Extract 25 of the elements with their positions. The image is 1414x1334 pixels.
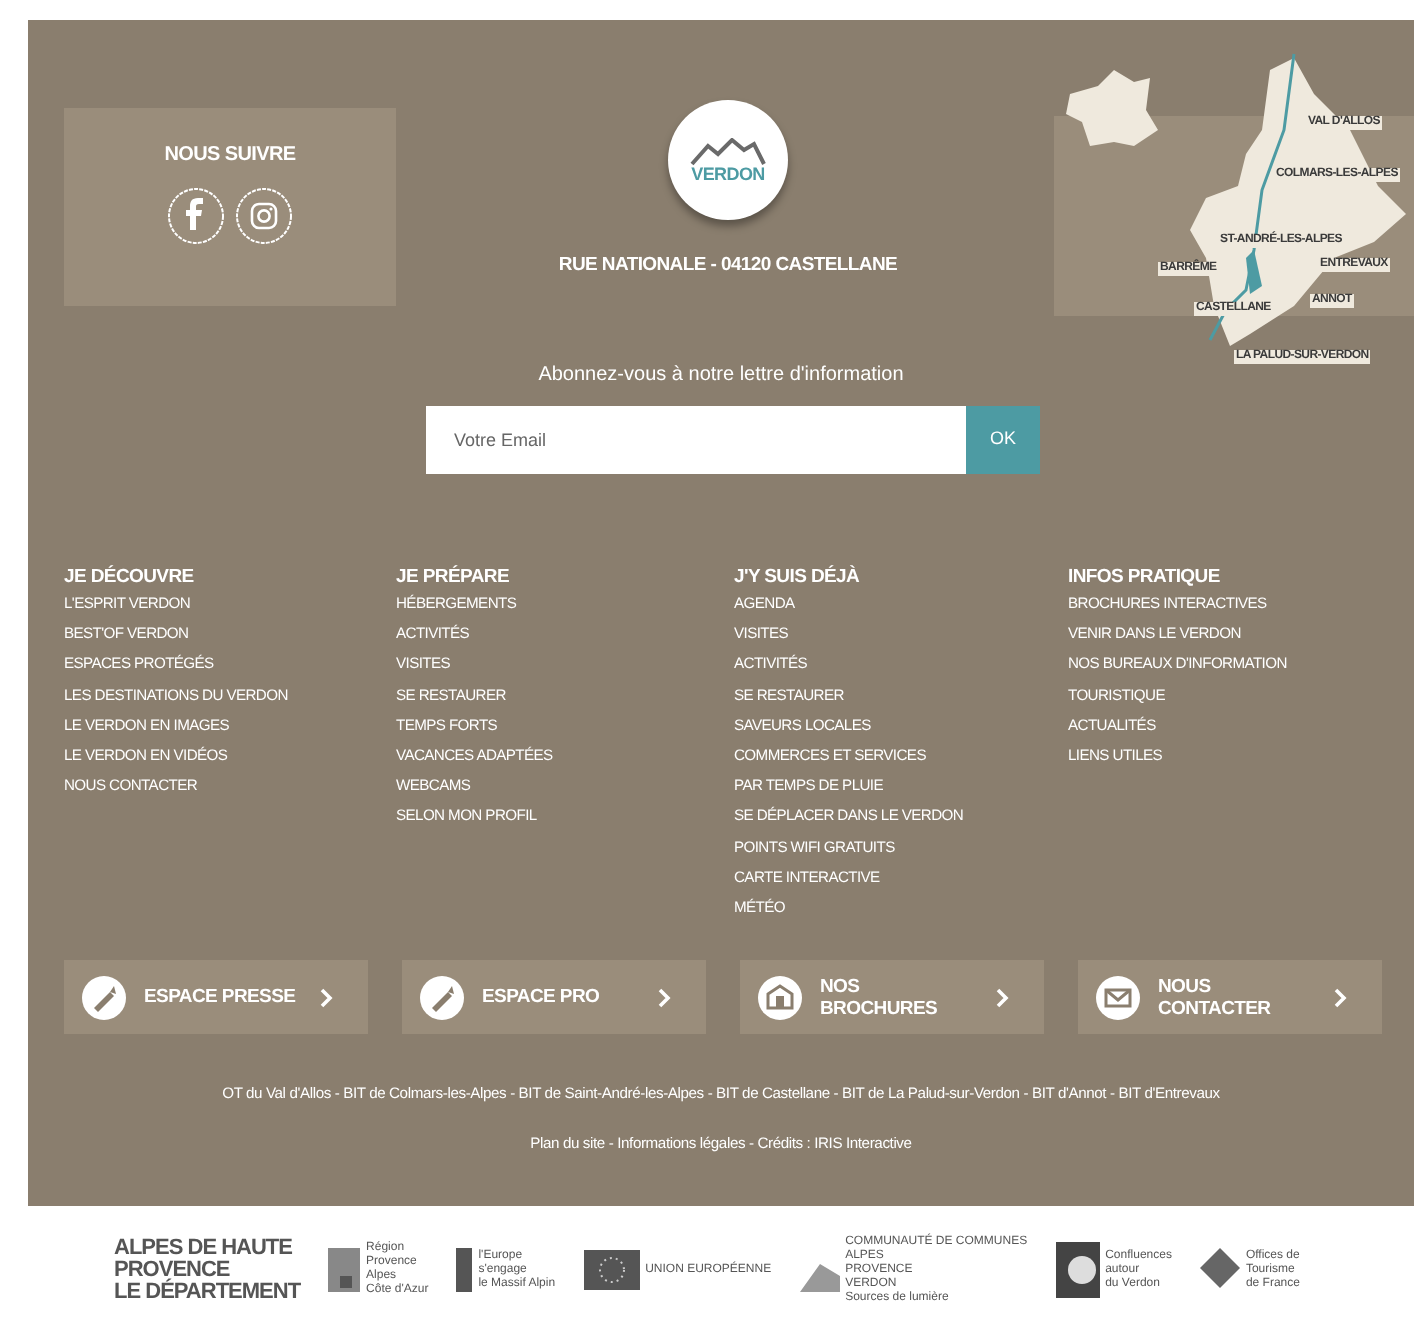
verdon-logo[interactable]: VERDON <box>668 100 788 220</box>
social-title: NOUS SUIVRE <box>164 142 296 170</box>
pen-icon <box>80 973 128 1021</box>
newsletter-label: Abonnez-vous à notre lettre d'information <box>536 362 906 390</box>
chevron-right-icon <box>320 987 334 1007</box>
tile-button[interactable]: ESPACE PRO <box>402 960 706 1034</box>
house-icon <box>756 973 804 1021</box>
pen-icon <box>418 973 466 1021</box>
tile-button[interactable]: ESPACE PRESSE <box>64 960 368 1034</box>
column-heading: JE DÉCOUVRE <box>64 566 196 588</box>
chevron-right-icon <box>1334 987 1348 1007</box>
instagram-icon[interactable] <box>234 186 294 246</box>
department-logo[interactable]: ALPES DE HAUTE PROVENCE LE DÉPARTEMENT <box>114 1237 301 1303</box>
chevron-right-icon <box>996 987 1010 1007</box>
tile-button[interactable]: NOS BROCHURES <box>740 960 1044 1034</box>
email-field[interactable]: Votre Email <box>426 406 966 474</box>
tile-button[interactable]: NOUS CONTACTER <box>1078 960 1382 1034</box>
address: RUE NATIONALE - 04120 CASTELLANE <box>558 252 898 280</box>
envelope-icon <box>1094 973 1142 1021</box>
ok-button[interactable]: OK <box>966 406 1040 474</box>
column-heading: J'Y SUIS DÉJÀ <box>734 566 862 588</box>
column-heading: JE PRÉPARE <box>396 566 511 588</box>
column-heading: INFOS PRATIQUE <box>1068 566 1222 588</box>
facebook-icon[interactable] <box>166 186 226 246</box>
chevron-right-icon <box>658 987 672 1007</box>
